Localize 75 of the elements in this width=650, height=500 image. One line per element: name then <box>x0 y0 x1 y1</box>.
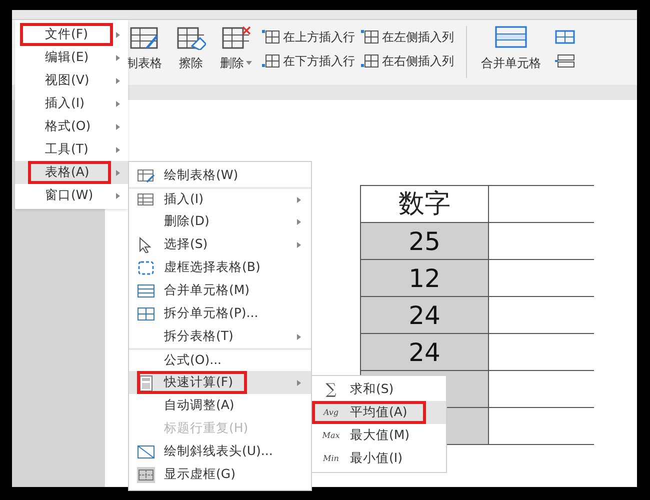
split-cells-icon <box>555 30 575 44</box>
insert-column-icon <box>361 29 379 45</box>
menu-item[interactable]: 窗口(W) <box>15 184 128 207</box>
menu-item[interactable]: 绘制斜线表头(U)... <box>129 440 311 463</box>
submenu-arrow-icon <box>116 100 120 106</box>
menu-item[interactable]: 虚框选择表格(B) <box>129 256 311 279</box>
ribbon-button[interactable] <box>555 54 575 68</box>
table-cell: 12 <box>360 260 488 296</box>
ribbon-button[interactable]: 删除 <box>216 26 256 72</box>
eraser-table-icon <box>176 26 206 50</box>
menu-item[interactable]: 插入(I) <box>129 187 311 210</box>
ribbon-button[interactable]: 在下方插入行 <box>262 52 355 70</box>
submenu-arrow-icon <box>116 124 120 130</box>
insert-row-icon <box>262 53 280 69</box>
menu-item[interactable]: 删除(D) <box>129 210 311 233</box>
menu-item[interactable]: 视图(V) <box>15 69 128 92</box>
pencil-table-icon <box>129 26 159 50</box>
menu-item[interactable]: 自动调整(A) <box>129 394 311 417</box>
calculator-icon <box>137 374 155 390</box>
submenu-arrow-icon <box>116 32 120 38</box>
table-cell: 25 <box>360 222 488 260</box>
merge-cells-icon <box>495 26 527 48</box>
dashed-selection-icon <box>137 260 155 276</box>
submenu-arrow-icon <box>297 380 301 386</box>
insert-row-icon <box>262 29 280 45</box>
ribbon-button[interactable]: 在左侧插入列 <box>361 28 454 46</box>
dotted-grid-icon <box>137 466 155 482</box>
submenu-arrow-icon <box>116 146 120 152</box>
menu-item[interactable]: ∑ 求和(S) <box>312 378 446 401</box>
menu-item: 标题行重复(H) <box>163 419 250 438</box>
ribbon-button[interactable] <box>555 30 575 44</box>
submenu-arrow-icon <box>116 54 120 60</box>
pencil-table-icon <box>137 168 155 184</box>
menu-item[interactable]: Avg 平均值(A) <box>312 401 446 424</box>
submenu-arrow-icon <box>116 78 120 84</box>
menu-item[interactable]: 编辑(E) <box>15 46 128 69</box>
submenu-arrow-icon <box>297 218 301 224</box>
submenu-arrow-icon <box>116 170 120 176</box>
merge-cells-icon <box>137 282 155 298</box>
menu-item[interactable]: 拆分单元格(P)... <box>129 302 311 325</box>
menu-item[interactable]: 显示虚框(G) <box>129 463 311 486</box>
table-header-cell: 数字 <box>360 186 488 222</box>
ribbon-button[interactable]: 在上方插入行 <box>262 28 355 46</box>
icon-label: Avg <box>322 406 340 418</box>
split-cells-icon <box>137 306 155 322</box>
submenu-arrow-icon <box>297 196 301 202</box>
submenu-arrow-icon <box>297 242 301 248</box>
menu-item[interactable]: 合并单元格(M) <box>129 279 311 302</box>
menu-item[interactable]: 绘制表格(W) <box>129 164 311 187</box>
table-cell: 24 <box>360 296 488 334</box>
menu-item[interactable]: Min 最小值(I) <box>312 447 446 470</box>
menu-item[interactable]: Max 最大值(M) <box>312 424 446 447</box>
ribbon-button[interactable]: 在右侧插入列 <box>361 52 454 70</box>
menu-item[interactable]: 格式(O) <box>15 115 128 138</box>
ribbon-button[interactable]: 合并单元格 <box>473 26 549 72</box>
submenu-arrow-icon <box>297 334 301 340</box>
menu-item[interactable]: 文件(F) <box>15 23 128 46</box>
diagonal-header-icon <box>137 444 155 460</box>
menu-item[interactable]: 表格(A) <box>15 161 128 184</box>
submenu-arrow-icon <box>116 192 120 198</box>
menu-item[interactable]: 工具(T) <box>15 138 128 161</box>
menu-item[interactable]: 快速计算(F) <box>129 371 311 394</box>
delete-table-icon <box>221 26 251 50</box>
menu-item[interactable]: 拆分表格(T) <box>129 325 311 348</box>
caret-icon <box>246 61 252 65</box>
icon-label: ∑ <box>324 379 338 400</box>
icon-label: Max <box>321 430 341 442</box>
table-cell: 24 <box>360 334 488 370</box>
menu-item[interactable]: 插入(I) <box>15 92 128 115</box>
grid-icon <box>137 192 155 208</box>
insert-column-icon <box>361 53 379 69</box>
menu-item[interactable]: 选择(S) <box>129 233 311 256</box>
ribbon-button[interactable]: 擦除 <box>172 26 210 72</box>
icon-label: Min <box>322 452 340 464</box>
split-table-icon <box>555 54 575 68</box>
